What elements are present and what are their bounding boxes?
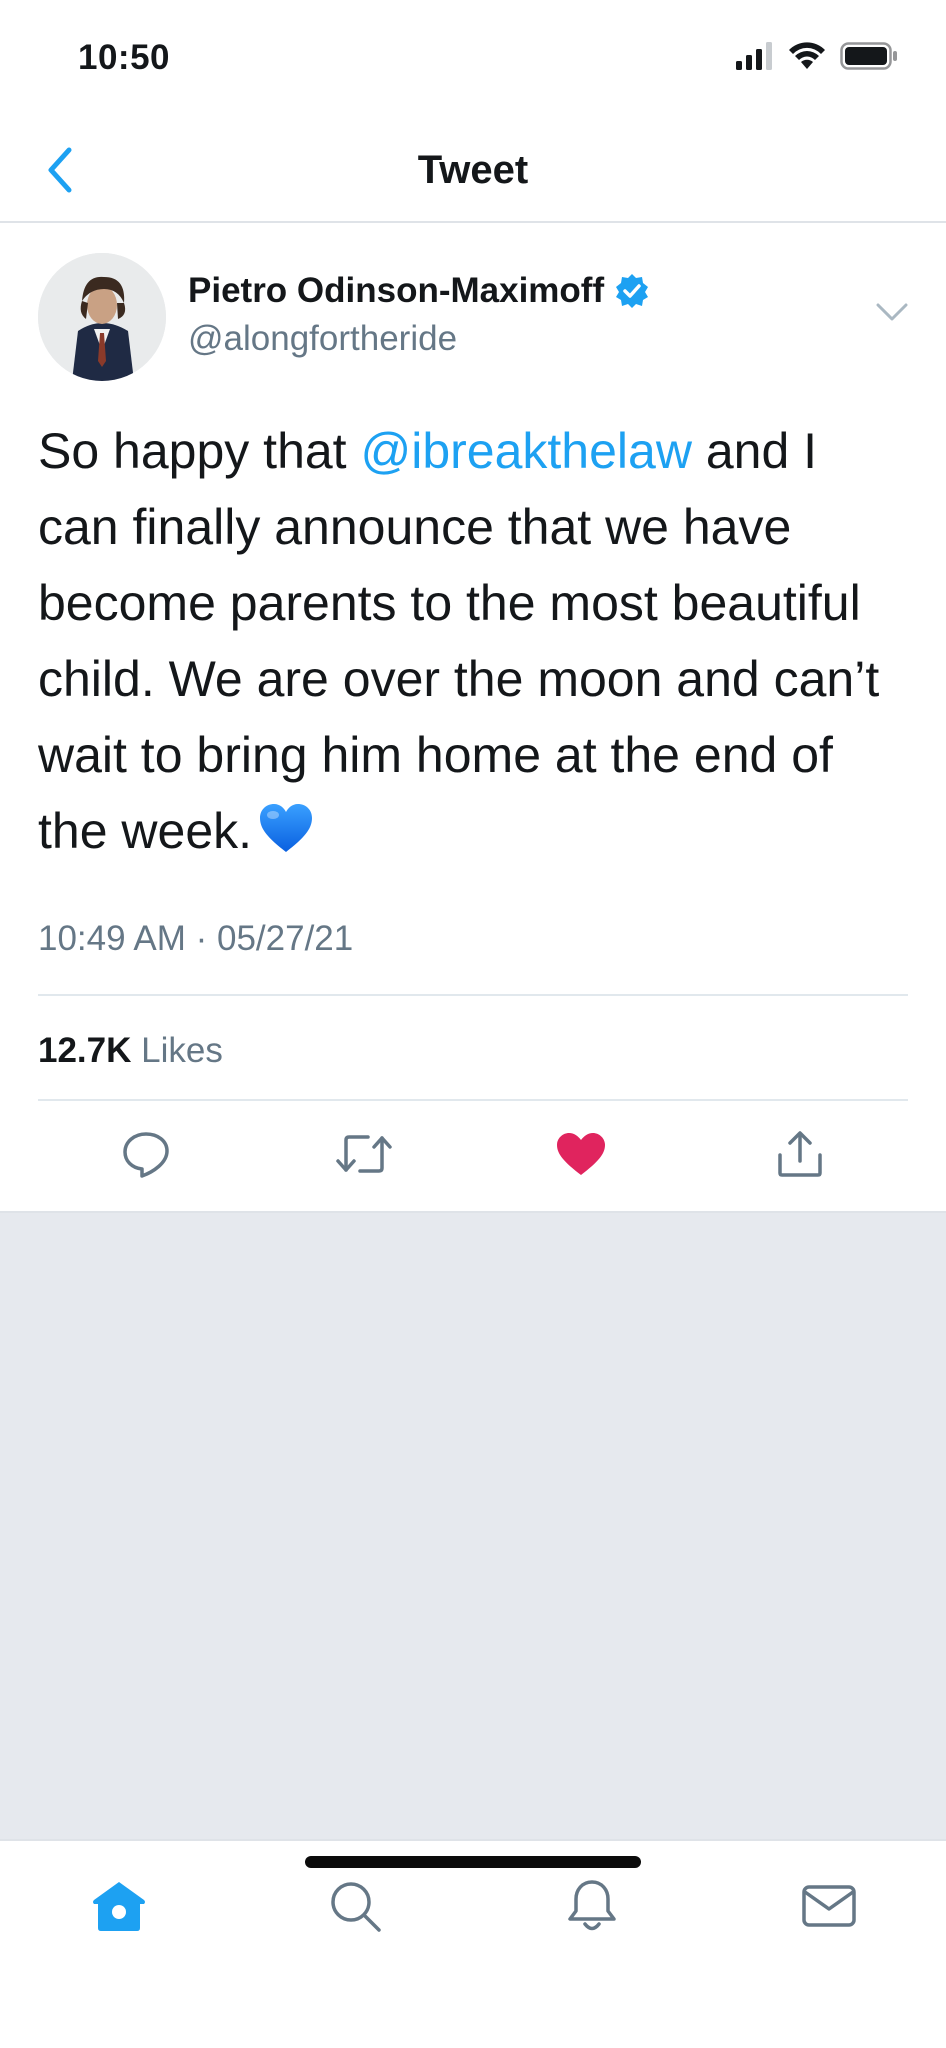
reply-icon (123, 1132, 169, 1178)
divider (38, 994, 908, 996)
tweet-text-rest: and I can finally announce that we have … (38, 423, 880, 859)
tab-notifications[interactable] (557, 1871, 627, 1941)
home-indicator[interactable] (305, 1856, 641, 1868)
chevron-down-icon (876, 303, 908, 321)
tab-messages[interactable] (794, 1871, 864, 1941)
tweet-actions (0, 1100, 946, 1206)
author-name: Pietro Odinson-Maximoff (188, 271, 605, 310)
wifi-icon (789, 42, 825, 69)
verified-badge-icon (616, 274, 649, 308)
share-icon (778, 1131, 822, 1177)
page-title: Tweet (417, 148, 529, 192)
like-button[interactable] (551, 1124, 611, 1184)
author-name-row: Pietro Odinson-Maximoff (188, 271, 650, 311)
mention-link[interactable]: @ibreakthelaw (360, 423, 691, 479)
avatar-photo (38, 253, 166, 381)
notifications-icon (568, 1880, 616, 1931)
author-info[interactable]: Pietro Odinson-Maximoff @alongfortheride (188, 271, 650, 359)
tab-home[interactable] (84, 1871, 154, 1941)
likes-row[interactable]: 12.7K Likes (38, 1031, 223, 1071)
tab-bar (0, 1839, 946, 2048)
avatar[interactable] (38, 253, 166, 381)
search-icon (331, 1882, 381, 1932)
tab-search[interactable] (320, 1871, 390, 1941)
nav-header: Tweet (0, 120, 946, 223)
status-bar: 10:50 (0, 0, 946, 120)
signal-icon (736, 42, 772, 70)
share-button[interactable] (770, 1124, 830, 1184)
home-icon (93, 1882, 145, 1931)
retweet-button[interactable] (334, 1124, 394, 1184)
tweet-menu-button[interactable] (872, 297, 912, 327)
status-time: 10:50 (78, 38, 171, 77)
reply-button[interactable] (116, 1124, 176, 1184)
retweet-icon (336, 1135, 392, 1173)
replies-area (0, 1211, 946, 1839)
status-icons (736, 42, 898, 70)
tweet-timestamp: 10:49 AM · 05/27/21 (38, 919, 354, 958)
tweet-text: So happy that @ibreakthelaw and I can fi… (38, 413, 908, 875)
battery-icon (840, 42, 897, 70)
blue-heart-emoji (258, 799, 314, 875)
tweet-detail-screen: 10:50 Tweet Pietro Odinson-Maximoff @alo… (0, 0, 946, 2048)
likes-label: Likes (141, 1031, 223, 1070)
likes-count: 12.7K (38, 1031, 132, 1070)
messages-icon (802, 1885, 856, 1927)
tweet-detail: Pietro Odinson-Maximoff @alongfortheride… (0, 223, 946, 1211)
like-icon (557, 1133, 605, 1175)
author-handle: @alongfortheride (188, 319, 458, 358)
tweet-text-start: So happy that (38, 423, 361, 479)
